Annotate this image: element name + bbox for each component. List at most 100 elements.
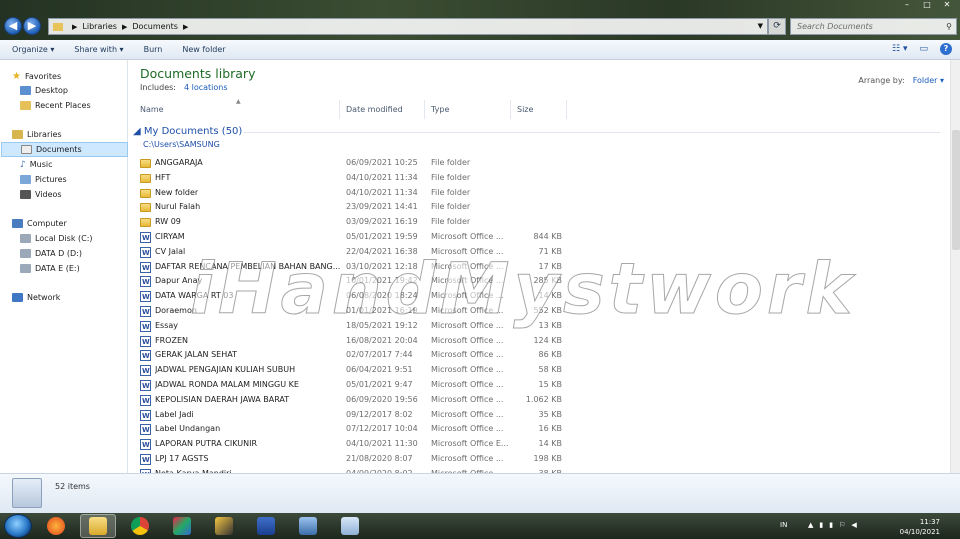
taskbar-notepad[interactable] xyxy=(332,514,368,538)
file-row[interactable]: Label Jadi 09/12/2017 8:02 Microsoft Offic… xyxy=(140,408,570,423)
burn-button[interactable]: Burn xyxy=(144,45,163,54)
vertical-scrollbar[interactable] xyxy=(950,60,960,473)
maximize-button[interactable]: □ xyxy=(918,0,936,10)
nav-label: DATA E (E:) xyxy=(35,264,80,273)
nav-network[interactable]: Network xyxy=(12,290,139,305)
word-icon xyxy=(257,517,275,535)
address-bar[interactable]: ▶ Libraries ▶ Documents ▶ ▼ xyxy=(48,18,768,35)
taskbar-word[interactable] xyxy=(248,514,284,538)
file-row[interactable]: LAPORAN PUTRA CIKUNIR 04/10/2021 11:30 Mic… xyxy=(140,437,570,452)
word-document-icon xyxy=(140,394,151,408)
file-type: Microsoft Office ... xyxy=(431,409,504,419)
help-icon[interactable]: ? xyxy=(940,43,952,55)
word-document-icon xyxy=(140,453,151,467)
file-date-modified: 07/12/2017 10:04 xyxy=(346,424,418,434)
library-includes: Includes: 4 locations xyxy=(140,83,228,92)
breadcrumb-documents[interactable]: Documents xyxy=(132,22,178,31)
file-size: 16 KB xyxy=(538,424,562,434)
file-row[interactable]: Label Undangan 07/12/2017 10:04 Microsoft … xyxy=(140,422,570,437)
change-view-icon[interactable]: ☷ ▾ xyxy=(892,44,907,54)
new-folder-button[interactable]: New folder xyxy=(182,45,225,54)
nav-label: Favorites xyxy=(24,72,62,81)
chrome-icon xyxy=(131,517,149,535)
forward-arrow-icon: ▶ xyxy=(27,19,37,32)
file-date-modified: 09/12/2017 8:02 xyxy=(346,409,413,419)
file-row[interactable]: JADWAL RONDA MALAM MINGGU KE 05/01/2021 9… xyxy=(140,378,570,393)
file-row[interactable]: GERAK JALAN SEHAT 02/07/2017 7:44 Microsof… xyxy=(140,348,570,363)
close-button[interactable]: ✕ xyxy=(938,0,956,10)
nav-documents[interactable]: Documents xyxy=(1,142,128,157)
file-type: File folder xyxy=(431,217,471,227)
file-date-modified: 04/10/2021 11:34 xyxy=(346,172,418,182)
file-type: Microsoft Office ... xyxy=(431,394,504,404)
file-date-modified: 23/09/2021 14:41 xyxy=(346,202,418,212)
organize-button[interactable]: Organize ▾ xyxy=(12,45,54,54)
file-row[interactable]: KEPOLISIAN DAERAH JAWA BARAT 06/09/2020 1… xyxy=(140,393,570,408)
word-document-icon xyxy=(140,438,151,452)
start-button[interactable] xyxy=(4,514,32,538)
column-header-size[interactable]: Size xyxy=(511,100,567,119)
scrollbar-thumb[interactable] xyxy=(952,130,960,250)
drive-icon xyxy=(20,234,31,243)
file-name: HFT xyxy=(155,172,171,182)
file-size: 124 KB xyxy=(533,335,562,345)
search-icon: ⚲ xyxy=(946,22,952,31)
file-row[interactable]: ANGGARAJA 06/09/2021 10:25 File folder xyxy=(140,156,570,170)
includes-label: Includes: xyxy=(140,83,176,92)
word-document-icon xyxy=(140,320,151,334)
word-document-icon xyxy=(140,349,151,363)
file-type: File folder xyxy=(431,158,471,167)
group-path: C:\Users\SAMSUNG xyxy=(143,140,220,149)
back-button[interactable]: ◀ xyxy=(4,17,22,35)
nav-libraries[interactable]: Libraries xyxy=(12,127,139,142)
file-row[interactable]: HFT 04/10/2021 11:34 File folder xyxy=(140,171,570,185)
address-dropdown-icon[interactable]: ▼ xyxy=(758,22,763,30)
nav-label: Documents xyxy=(36,145,82,154)
includes-locations-link[interactable]: 4 locations xyxy=(184,83,228,92)
group-header-my-documents[interactable]: ◢ My Documents (50) xyxy=(133,126,242,137)
column-header-type[interactable]: Type xyxy=(425,100,511,119)
file-row[interactable]: New folder 04/10/2021 11:34 File folder xyxy=(140,186,570,200)
tray-icons[interactable]: ▲▮▮⚐◀ xyxy=(808,521,863,529)
nav-label: Local Disk (C:) xyxy=(35,234,93,243)
file-row[interactable]: JADWAL PENGAJIAN KULIAH SUBUH 06/04/2021 … xyxy=(140,363,570,378)
file-size: 1.062 KB xyxy=(525,394,562,404)
file-name: Label Jadi xyxy=(155,409,194,419)
refresh-button[interactable]: ⟳ xyxy=(768,18,786,35)
file-size: 14 KB xyxy=(538,439,562,449)
file-size: 86 KB xyxy=(538,350,562,360)
taskbar-remote[interactable] xyxy=(290,514,326,538)
taskbar-app[interactable] xyxy=(206,514,242,538)
network-icon xyxy=(12,293,23,302)
file-date-modified: 05/01/2021 9:47 xyxy=(346,380,413,389)
search-input[interactable]: Search Documents ⚲ xyxy=(790,18,957,35)
share-with-button[interactable]: Share with ▾ xyxy=(74,45,123,54)
taskbar-firefox[interactable] xyxy=(38,514,74,538)
word-document-icon xyxy=(140,423,151,437)
arrange-by-dropdown[interactable]: Folder ▾ xyxy=(913,76,944,85)
column-header-date[interactable]: Date modified xyxy=(340,100,425,119)
breadcrumb-libraries[interactable]: Libraries xyxy=(82,22,117,31)
taskbar-chrome[interactable] xyxy=(122,514,158,538)
file-row[interactable]: CIRYAM 05/01/2021 19:59 Microsoft Office .… xyxy=(140,230,570,245)
file-row[interactable]: FROZEN 16/08/2021 20:04 Microsoft Office .… xyxy=(140,334,570,349)
library-documents-icon xyxy=(12,478,42,508)
taskbar-paint[interactable] xyxy=(164,514,200,538)
taskbar-explorer[interactable] xyxy=(80,514,116,538)
file-name: New folder xyxy=(155,187,199,197)
file-row[interactable]: RW 09 03/09/2021 16:19 File folder xyxy=(140,215,570,229)
language-indicator[interactable]: IN xyxy=(780,521,787,529)
app-icon xyxy=(215,517,233,535)
file-row[interactable]: LPJ 17 AGSTS 21/08/2020 8:07 Microsoft Off… xyxy=(140,452,570,467)
clock[interactable]: 11:37 04/10/2021 xyxy=(900,517,940,537)
minimize-button[interactable]: – xyxy=(898,0,916,10)
forward-button[interactable]: ▶ xyxy=(23,17,41,35)
nav-label: Libraries xyxy=(27,130,62,139)
word-document-icon xyxy=(140,379,151,393)
file-name: LPJ 17 AGSTS xyxy=(155,454,209,463)
nav-favorites[interactable]: ★ Favorites xyxy=(12,69,139,84)
file-row[interactable]: Nurul Falah 23/09/2021 14:41 File folder xyxy=(140,200,570,214)
word-document-icon xyxy=(140,261,151,275)
preview-pane-icon[interactable]: ▭ xyxy=(919,44,928,54)
nav-computer[interactable]: Computer xyxy=(12,216,139,231)
